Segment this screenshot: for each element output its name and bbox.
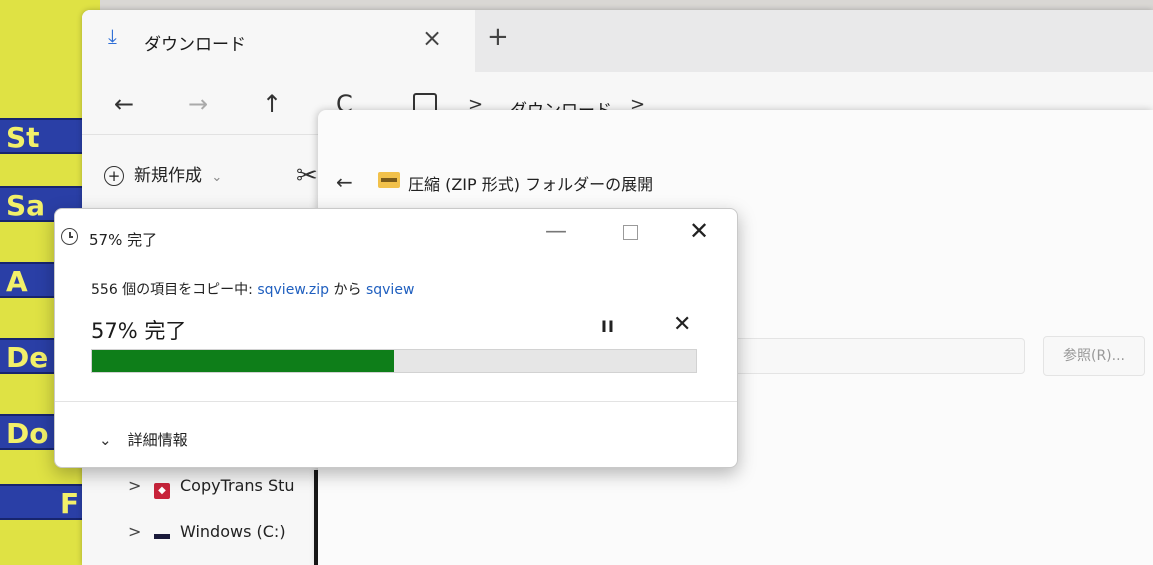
progress-fill — [92, 350, 394, 372]
copy-progress-dialog: 57% 完了 — ✕ 556 個の項目をコピー中: sqview.zip から … — [54, 208, 738, 468]
chevron-down-icon: ⌄ — [211, 170, 223, 185]
dialog-title: 57% 完了 — [89, 231, 158, 249]
clock-icon — [61, 228, 78, 245]
chevron-down-icon: ⌄ — [99, 431, 112, 449]
plus-icon: + — [104, 166, 124, 186]
close-dialog-button[interactable]: ✕ — [689, 217, 709, 245]
wizard-back-button[interactable]: ← — [336, 170, 353, 194]
tab-bar: ⤓ ダウンロード × + — [82, 10, 1153, 72]
chevron-right-icon[interactable]: > — [128, 476, 154, 495]
tab-label: ダウンロード — [144, 35, 246, 55]
cut-icon[interactable]: ✂ — [296, 161, 318, 191]
tree-item-label: Windows (C:) — [180, 522, 286, 541]
status-from: から — [329, 282, 366, 298]
browse-button[interactable]: 参照(R)... — [1043, 336, 1145, 376]
chevron-right-icon[interactable]: > — [128, 522, 154, 541]
cancel-button[interactable]: ✕ — [673, 312, 691, 337]
copy-status-line: 556 個の項目をコピー中: sqview.zip から sqview — [91, 279, 414, 299]
tree-item-copytrans[interactable]: > ◆ CopyTrans Stu — [128, 476, 295, 499]
source-link[interactable]: sqview.zip — [257, 282, 329, 298]
wizard-title: 圧縮 (ZIP 形式) フォルダーの展開 — [408, 175, 654, 194]
divider — [55, 401, 737, 402]
pause-button[interactable]: II — [601, 317, 615, 336]
details-label: 詳細情報 — [127, 431, 188, 449]
minimize-button[interactable]: — — [545, 219, 567, 244]
maximize-button[interactable] — [623, 225, 638, 240]
tab-downloads[interactable]: ⤓ ダウンロード × — [82, 10, 475, 72]
tree-item-windows-c[interactable]: > Windows (C:) — [128, 522, 286, 541]
percent-complete: 57% 完了 — [91, 319, 187, 343]
new-button-label: 新規作成 — [134, 166, 202, 186]
status-prefix: 556 個の項目をコピー中: — [91, 282, 258, 298]
zip-folder-icon — [378, 172, 400, 188]
up-button[interactable]: ↑ — [262, 90, 282, 118]
destination-link[interactable]: sqview — [366, 282, 414, 298]
tree-item-label: CopyTrans Stu — [180, 476, 295, 495]
drive-icon — [154, 528, 170, 539]
dialog-titlebar[interactable]: 57% 完了 — ✕ — [55, 209, 737, 259]
close-tab-button[interactable]: × — [422, 24, 442, 52]
forward-button[interactable]: → — [188, 90, 208, 118]
back-button[interactable]: ← — [114, 90, 134, 118]
new-tab-button[interactable]: + — [487, 22, 509, 52]
more-details-toggle[interactable]: ⌄ 詳細情報 — [99, 429, 188, 450]
download-icon: ⤓ — [108, 24, 117, 48]
progress-bar — [91, 349, 697, 373]
new-button[interactable]: + 新規作成 ⌄ — [104, 161, 222, 186]
copytrans-icon: ◆ — [154, 483, 170, 499]
dialog-body: 556 個の項目をコピー中: sqview.zip から sqview 57% … — [55, 259, 737, 399]
